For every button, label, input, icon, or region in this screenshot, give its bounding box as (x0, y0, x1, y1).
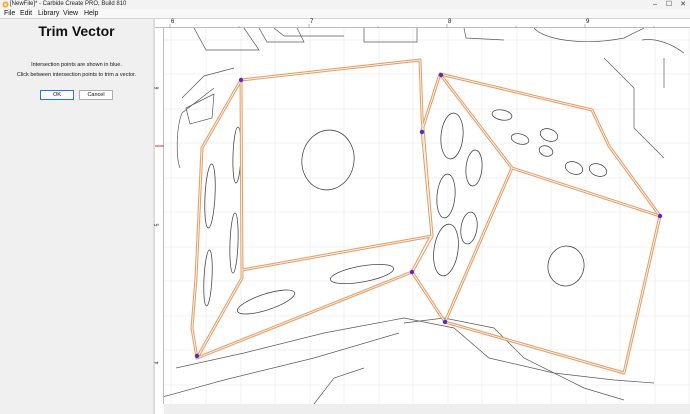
intersection-point[interactable] (442, 319, 448, 325)
vertical-ruler: 6 5 4 (154, 28, 164, 404)
ruler-position-marker (155, 145, 164, 147)
ruler-label-6: 6 (171, 19, 175, 25)
panel-title: Trim Vector (38, 23, 115, 39)
panel-instruction-1: Intersection points are shown in blue. (31, 62, 122, 68)
horizontal-ruler: 6 7 8 9 (155, 19, 690, 28)
intersection-point[interactable] (409, 269, 415, 275)
horizontal-scrollbar[interactable] (164, 404, 690, 414)
menu-help[interactable]: Help (84, 9, 98, 19)
intersection-point[interactable] (657, 213, 663, 219)
window-title: [NewFile]* - Carbide Create PRO, Build 8… (10, 1, 127, 7)
ruler-ticks (169, 24, 655, 28)
intersection-point[interactable] (438, 72, 444, 78)
intersection-points[interactable] (194, 72, 663, 359)
ruler-label-9: 9 (586, 19, 590, 25)
maximize-button[interactable]: ☐ (662, 0, 676, 9)
dice-vectors (203, 109, 608, 315)
cancel-button[interactable]: Cancel (79, 90, 113, 100)
close-button[interactable]: ✕ (676, 0, 690, 9)
ruler-label-8: 8 (448, 19, 452, 25)
menu-file[interactable]: File (4, 9, 15, 19)
selected-vector[interactable] (190, 58, 662, 375)
menu-library[interactable]: Library (38, 9, 59, 19)
menu-bar: File Edit Library View Help (0, 9, 690, 19)
ok-button[interactable]: OK (40, 90, 74, 100)
title-bar: [NewFile]* - Carbide Create PRO, Build 8… (0, 0, 690, 9)
app-icon (2, 1, 9, 8)
minimize-button[interactable]: – (648, 0, 662, 9)
panel-instruction-2: Click between intersection points to tri… (16, 72, 137, 78)
intersection-point[interactable] (238, 77, 244, 83)
intersection-point[interactable] (194, 353, 200, 359)
menu-edit[interactable]: Edit (20, 9, 32, 19)
design-canvas[interactable] (164, 28, 690, 404)
trim-vector-panel: Trim Vector Intersection points are show… (0, 19, 153, 414)
ruler-label-7: 7 (310, 19, 314, 25)
menu-view[interactable]: View (63, 9, 78, 19)
intersection-point[interactable] (419, 129, 425, 135)
